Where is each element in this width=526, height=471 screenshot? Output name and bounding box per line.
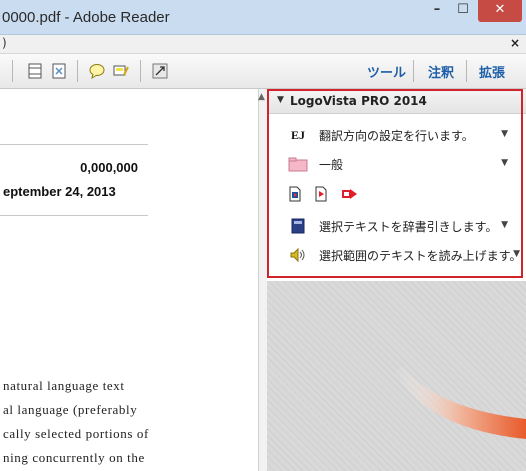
toolbar-separator	[12, 60, 13, 82]
body-text-line: al language (preferably	[3, 402, 138, 417]
close-button[interactable]: ✕	[478, 0, 522, 22]
divider	[0, 144, 148, 145]
decorative-arrow-icon	[395, 366, 526, 439]
tools-pane-button[interactable]: ツール	[367, 62, 406, 81]
body-text-line: ning concurrently on the	[3, 450, 145, 465]
body-text-line: cally selected portions of	[3, 426, 149, 441]
menu-fragment: )	[2, 36, 7, 50]
menu-bar: ) ×	[0, 35, 526, 54]
fit-page-icon[interactable]	[26, 62, 44, 80]
extend-pane-button[interactable]: 拡張	[479, 62, 505, 81]
title-bar: 0000.pdf - Adobe Reader – ☐ ✕	[0, 0, 526, 35]
comment-pane-button[interactable]: 注釈	[428, 62, 454, 81]
maximize-button[interactable]: ☐	[450, 0, 476, 22]
window-title: 0000.pdf - Adobe Reader	[2, 9, 170, 26]
toolbar-separator	[413, 60, 414, 82]
close-document-button[interactable]: ×	[510, 36, 520, 50]
patent-number: 0,000,000	[80, 160, 138, 175]
sticky-note-icon[interactable]	[88, 62, 106, 80]
divider	[0, 215, 148, 216]
body-text-line: natural language text	[3, 378, 125, 393]
minimize-button[interactable]: –	[424, 0, 450, 22]
toolbar-separator	[77, 60, 78, 82]
toolbar-separator	[466, 60, 467, 82]
scroll-up-icon[interactable]: ▲	[258, 92, 265, 102]
full-screen-icon[interactable]	[50, 62, 68, 80]
toolbar-separator	[140, 60, 141, 82]
document-view[interactable]: 0,000,000 eptember 24, 2013 natural lang…	[0, 89, 258, 471]
highlight-text-icon[interactable]	[112, 62, 130, 80]
toolbar: ツール 注釈 拡張	[0, 54, 526, 89]
expand-icon[interactable]	[151, 62, 169, 80]
patent-date: eptember 24, 2013	[3, 184, 116, 199]
